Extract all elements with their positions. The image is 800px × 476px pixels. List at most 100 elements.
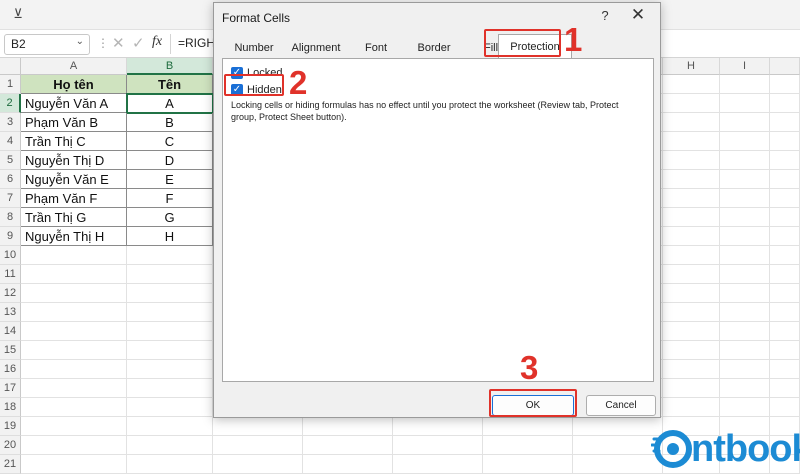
cell[interactable] (770, 132, 800, 151)
row-header[interactable]: 9 (0, 227, 21, 246)
cell[interactable] (213, 436, 303, 455)
cell[interactable] (770, 113, 800, 132)
cell[interactable] (127, 284, 213, 303)
cell[interactable] (720, 246, 770, 265)
cell[interactable] (720, 265, 770, 284)
cell[interactable] (21, 436, 127, 455)
cell[interactable] (663, 113, 720, 132)
name-box[interactable]: B2 ⌄ (4, 34, 90, 55)
row-header[interactable]: 13 (0, 303, 21, 322)
cell[interactable] (483, 417, 573, 436)
cell[interactable] (720, 341, 770, 360)
name-cell[interactable]: Trần Thị C (21, 132, 127, 151)
cell[interactable] (720, 170, 770, 189)
cell[interactable] (770, 170, 800, 189)
cell[interactable] (393, 436, 483, 455)
cell[interactable] (127, 417, 213, 436)
cell[interactable] (663, 227, 720, 246)
name-cell[interactable]: Phạm Văn B (21, 113, 127, 132)
cell[interactable] (127, 322, 213, 341)
cell[interactable] (720, 94, 770, 113)
cell[interactable] (720, 398, 770, 417)
short-name-cell[interactable]: H (127, 227, 213, 246)
name-cell[interactable]: Nguyễn Văn A (21, 94, 127, 113)
cell[interactable] (770, 322, 800, 341)
cell[interactable] (720, 75, 770, 94)
drag-handle-icon[interactable]: ⋮ (97, 36, 109, 50)
cell[interactable] (663, 341, 720, 360)
row-header[interactable]: 16 (0, 360, 21, 379)
chevron-down-icon[interactable]: ⌄ (76, 36, 84, 47)
cell[interactable] (720, 379, 770, 398)
name-cell[interactable]: Nguyễn Văn E (21, 170, 127, 189)
cell[interactable] (720, 303, 770, 322)
name-cell[interactable]: Nguyễn Thị D (21, 151, 127, 170)
close-icon[interactable]: ✕ (628, 5, 648, 25)
cell[interactable] (663, 379, 720, 398)
confirm-edit-icon[interactable]: ✓ (132, 34, 145, 52)
header-cell-ho-ten[interactable]: Họ tên (21, 75, 127, 94)
cell[interactable] (303, 436, 393, 455)
row-header[interactable]: 20 (0, 436, 21, 455)
cell[interactable] (770, 398, 800, 417)
name-cell[interactable]: Nguyễn Thị H (21, 227, 127, 246)
cell[interactable] (21, 379, 127, 398)
cell[interactable] (770, 208, 800, 227)
cell[interactable] (720, 113, 770, 132)
row-header[interactable]: 18 (0, 398, 21, 417)
row-header[interactable]: 17 (0, 379, 21, 398)
row-header[interactable]: 21 (0, 455, 21, 474)
cell[interactable] (720, 284, 770, 303)
cell[interactable] (483, 436, 573, 455)
cell[interactable] (21, 455, 127, 474)
tab-number[interactable]: Number (228, 38, 280, 58)
cell[interactable] (663, 94, 720, 113)
customize-toolbar-icon[interactable]: ⊻ (8, 6, 28, 24)
cell[interactable] (663, 322, 720, 341)
cell[interactable] (663, 284, 720, 303)
tab-border[interactable]: Border (402, 38, 466, 58)
cell[interactable] (770, 94, 800, 113)
cell[interactable] (127, 265, 213, 284)
cell[interactable] (663, 75, 720, 94)
cell[interactable] (127, 360, 213, 379)
cell[interactable] (393, 455, 483, 474)
cell[interactable] (663, 151, 720, 170)
cell[interactable] (663, 398, 720, 417)
row-header[interactable]: 10 (0, 246, 21, 265)
cell[interactable] (770, 360, 800, 379)
cell[interactable] (663, 170, 720, 189)
row-header[interactable]: 6 (0, 170, 21, 189)
cell[interactable] (770, 189, 800, 208)
cell[interactable] (127, 246, 213, 265)
name-cell[interactable]: Phạm Văn F (21, 189, 127, 208)
column-header[interactable]: H (663, 58, 720, 75)
row-header[interactable]: 15 (0, 341, 21, 360)
cell[interactable] (663, 189, 720, 208)
row-header[interactable]: 2 (0, 94, 21, 113)
cell[interactable] (663, 246, 720, 265)
cell[interactable] (21, 322, 127, 341)
cell[interactable] (483, 455, 573, 474)
row-header[interactable]: 1 (0, 75, 21, 94)
cell[interactable] (663, 303, 720, 322)
cell[interactable] (21, 341, 127, 360)
cell[interactable] (770, 341, 800, 360)
cell[interactable] (21, 284, 127, 303)
tab-font[interactable]: Font (350, 38, 402, 58)
row-header[interactable]: 11 (0, 265, 21, 284)
short-name-cell[interactable]: E (127, 170, 213, 189)
cell[interactable] (213, 417, 303, 436)
help-icon[interactable]: ? (597, 8, 613, 23)
short-name-cell[interactable]: F (127, 189, 213, 208)
cell[interactable] (127, 303, 213, 322)
cell[interactable] (21, 417, 127, 436)
column-header[interactable]: A (21, 58, 127, 75)
cancel-button[interactable]: Cancel (586, 395, 656, 416)
cell[interactable] (303, 417, 393, 436)
cell[interactable] (720, 360, 770, 379)
tab-alignment[interactable]: Alignment (282, 38, 350, 58)
row-header[interactable]: 12 (0, 284, 21, 303)
cell[interactable] (213, 455, 303, 474)
cell[interactable] (21, 360, 127, 379)
